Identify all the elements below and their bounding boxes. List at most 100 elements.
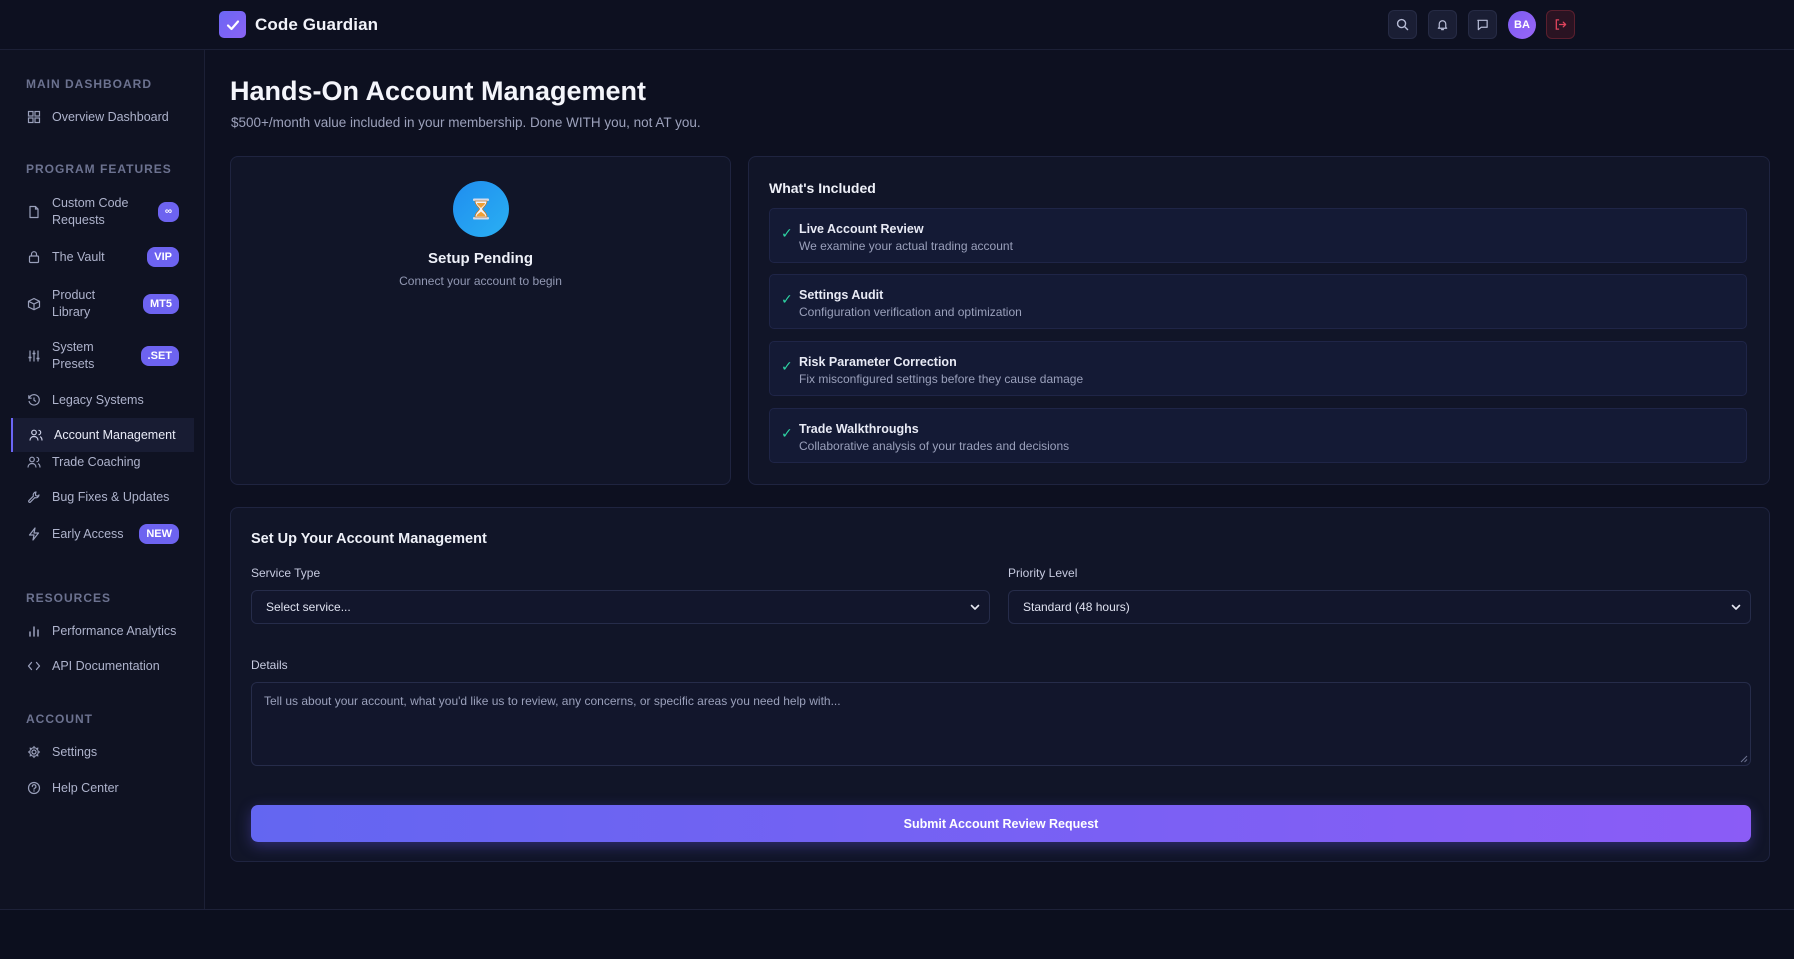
sidebar-item-label: Custom Code Requests (52, 196, 129, 227)
feature-description: We examine your actual trading account (799, 239, 1013, 253)
checkmark-icon: ✓ (781, 358, 793, 374)
feature-description: Configuration verification and optimizat… (799, 305, 1022, 319)
search-button[interactable] (1388, 10, 1417, 39)
bell-icon (1437, 20, 1448, 31)
set-badge: .SET (140, 346, 179, 366)
form-title: Set Up Your Account Management (251, 531, 487, 547)
top-bar: Code Guardian BA (0, 0, 1794, 50)
sidebar-item-label: API Documentation (52, 658, 160, 673)
gear-icon (26, 744, 42, 760)
new-badge: NEW (139, 524, 179, 544)
feature-item: ✓ Risk Parameter Correction Fix misconfi… (769, 341, 1747, 396)
sidebar: MAIN DASHBOARD Overview Dashboard PROGRA… (0, 50, 205, 909)
whats-included-card: What's Included ✓ Live Account Review We… (748, 156, 1770, 485)
sliders-icon (26, 348, 42, 364)
vip-badge: VIP (147, 247, 179, 267)
sidebar-item-performance-analytics[interactable]: Performance Analytics (11, 622, 194, 640)
feature-title: Risk Parameter Correction (799, 355, 957, 369)
page-subtitle: $500+/month value included in your membe… (231, 115, 701, 130)
feature-title: Trade Walkthroughs (799, 422, 919, 436)
details-label: Details (251, 658, 288, 672)
sidebar-item-label: Legacy Systems (52, 392, 144, 407)
service-type-select[interactable]: Select service... (251, 590, 990, 624)
section-program-features: PROGRAM FEATURES (26, 162, 172, 176)
priority-level-value: Standard (48 hours) (1023, 600, 1130, 614)
grid-icon (26, 109, 42, 125)
sidebar-item-label: The Vault (52, 249, 105, 264)
footer-bar (0, 909, 1794, 959)
sidebar-item-label: Trade Coaching (52, 454, 141, 469)
brand[interactable]: Code Guardian (219, 11, 378, 38)
app-root: Code Guardian BA MAIN DASHBOARD Overview… (0, 0, 1794, 959)
bolt-icon (26, 526, 42, 542)
sidebar-item-bug-fixes-updates[interactable]: Bug Fixes & Updates (11, 488, 194, 506)
feature-description: Fix misconfigured settings before they c… (799, 372, 1084, 386)
sidebar-item-label: Help Center (52, 780, 119, 795)
app-name: Code Guardian (255, 14, 379, 34)
included-title: What's Included (769, 180, 876, 196)
logout-icon (1555, 19, 1567, 30)
hourglass-icon (453, 181, 509, 237)
submit-button[interactable]: Submit Account Review Request (251, 805, 1751, 842)
service-type-value: Select service... (266, 600, 351, 614)
details-placeholder: Tell us about your account, what you'd l… (264, 694, 841, 708)
users-icon (26, 454, 42, 470)
sidebar-item-help-center[interactable]: Help Center (11, 779, 194, 797)
feature-title: Live Account Review (799, 222, 924, 236)
sidebar-item-the-vault[interactable]: The Vault VIP (11, 247, 194, 267)
logout-button[interactable] (1546, 10, 1575, 39)
status-title: Setup Pending (428, 250, 533, 267)
notifications-button[interactable] (1428, 10, 1457, 39)
sidebar-item-system-presets[interactable]: System Presets .SET (11, 339, 194, 373)
resize-grip-icon[interactable] (1740, 755, 1748, 763)
sidebar-item-label: Overview Dashboard (52, 109, 169, 124)
top-actions: BA (1388, 10, 1575, 39)
messages-button[interactable] (1468, 10, 1497, 39)
file-icon (26, 204, 42, 220)
feature-description: Collaborative analysis of your trades an… (799, 439, 1070, 453)
sidebar-item-label: Product Library (52, 288, 96, 319)
users-icon (28, 427, 44, 443)
sidebar-item-custom-code-requests[interactable]: Custom Code Requests ∞ (11, 195, 194, 229)
check-icon (219, 11, 246, 38)
sidebar-item-label: System Presets (52, 340, 95, 371)
sidebar-item-product-library[interactable]: Product Library MT5 (11, 287, 194, 321)
checkmark-icon: ✓ (781, 225, 793, 241)
unlimited-badge: ∞ (157, 202, 179, 222)
history-icon (26, 392, 42, 408)
bar-chart-icon (26, 623, 42, 639)
status-subtitle: Connect your account to begin (399, 274, 562, 288)
sidebar-item-label: Early Access (52, 526, 124, 541)
sidebar-item-trade-coaching[interactable]: Trade Coaching (11, 453, 194, 471)
account-management-form: Set Up Your Account Management Service T… (230, 507, 1770, 862)
feature-item: ✓ Live Account Review We examine your ac… (769, 208, 1747, 263)
box-icon (26, 296, 42, 312)
lock-icon (26, 249, 42, 265)
code-icon (26, 658, 42, 674)
chevron-down-icon (1731, 604, 1741, 610)
chevron-down-icon (970, 604, 980, 610)
sidebar-item-overview-dashboard[interactable]: Overview Dashboard (11, 108, 194, 126)
sidebar-item-settings[interactable]: Settings (11, 743, 194, 761)
details-textarea[interactable]: Tell us about your account, what you'd l… (251, 682, 1751, 766)
search-icon (1396, 18, 1409, 31)
sidebar-item-label: Account Management (54, 427, 176, 442)
avatar[interactable]: BA (1508, 10, 1536, 39)
sidebar-item-early-access[interactable]: Early Access NEW (11, 524, 194, 544)
sidebar-item-account-management[interactable]: Account Management (11, 418, 194, 452)
section-main-dashboard: MAIN DASHBOARD (26, 77, 152, 91)
service-type-label: Service Type (251, 566, 321, 580)
feature-item: ✓ Trade Walkthroughs Collaborative analy… (769, 408, 1747, 463)
sidebar-item-legacy-systems[interactable]: Legacy Systems (11, 391, 194, 409)
message-icon (1477, 19, 1488, 31)
page-title: Hands-On Account Management (230, 76, 647, 106)
sidebar-item-api-documentation[interactable]: API Documentation (11, 657, 194, 675)
help-icon (26, 780, 42, 796)
sidebar-item-label: Settings (52, 744, 98, 759)
priority-level-label: Priority Level (1008, 566, 1078, 580)
sidebar-item-label: Bug Fixes & Updates (52, 489, 170, 504)
sidebar-item-label: Performance Analytics (52, 623, 177, 638)
checkmark-icon: ✓ (781, 425, 793, 441)
priority-level-select[interactable]: Standard (48 hours) (1008, 590, 1751, 624)
feature-item: ✓ Settings Audit Configuration verificat… (769, 274, 1747, 329)
